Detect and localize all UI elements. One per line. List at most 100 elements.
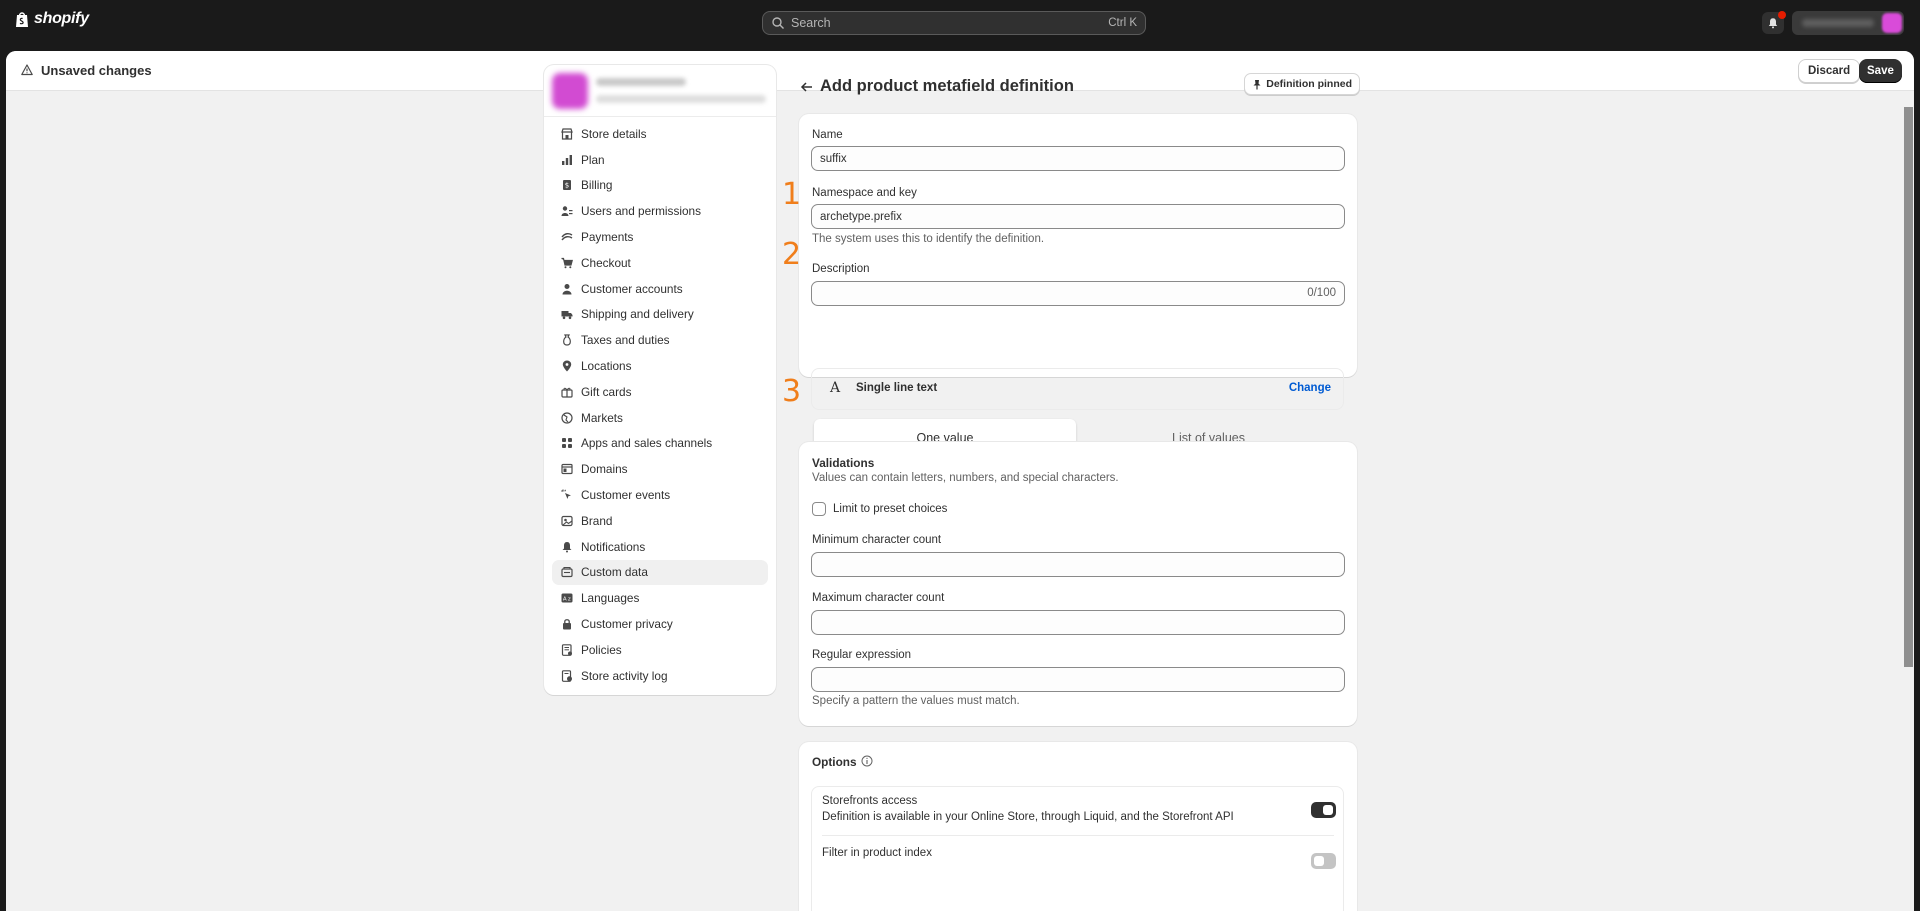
name-field[interactable]: suffix [811, 146, 1345, 171]
apps-icon [562, 438, 572, 449]
sidebar-item-users-and-permissions[interactable]: Users and permissions [552, 198, 768, 224]
notification-dot [1778, 11, 1786, 19]
settings-nav: Store details Plan $ Billing Users and permi… [552, 121, 768, 689]
sidebar-item-label: Taxes and duties [581, 333, 670, 348]
validations-card: Validations Values can contain letters, … [799, 442, 1357, 726]
svg-text:A: A [563, 597, 567, 603]
scrollbar-thumb[interactable] [1904, 107, 1913, 667]
sidebar-item-label: Custom data [581, 565, 648, 580]
sidebar-item-checkout[interactable]: Checkout [552, 250, 768, 276]
storefronts-access-toggle[interactable] [1311, 802, 1336, 818]
shopify-logo[interactable]: shopify [14, 10, 89, 28]
sidebar-item-customer-events[interactable]: Customer events [552, 482, 768, 508]
regex-field[interactable] [811, 667, 1345, 692]
plan-icon [562, 154, 572, 165]
notifications-button[interactable] [1762, 11, 1786, 34]
sidebar-item-store-details[interactable]: Store details [552, 121, 768, 147]
sidebar-item-store-activity-log[interactable]: Store activity log [552, 663, 768, 689]
sidebar-item-label: Billing [581, 178, 613, 193]
pin-icon [1253, 79, 1261, 89]
sidebar-item-label: Store activity log [581, 668, 668, 683]
person-icon [562, 283, 572, 295]
change-type-link[interactable]: Change [1289, 382, 1331, 394]
sidebar-item-label: Languages [581, 591, 640, 606]
namespace-label: Namespace and key [812, 187, 917, 199]
sidebar-item-apps-and-sales-channels[interactable]: Apps and sales channels [552, 431, 768, 457]
namespace-help: The system uses this to identify the def… [812, 233, 1045, 245]
policies-icon [561, 644, 572, 656]
annotation-3: 3 [782, 374, 802, 409]
sidebar-item-label: Shipping and delivery [581, 307, 694, 322]
cart-icon [561, 257, 573, 269]
filter-index-toggle[interactable] [1311, 853, 1336, 869]
sidebar-item-plan[interactable]: Plan [552, 147, 768, 173]
store-name-blurred [1802, 19, 1874, 27]
sidebar-item-domains[interactable]: Domains [552, 456, 768, 482]
sidebar-item-billing[interactable]: $ Billing [552, 173, 768, 199]
truck-icon [561, 311, 573, 320]
brand-name: shopify [34, 10, 89, 27]
sidebar-item-brand[interactable]: Brand [552, 508, 768, 534]
shopify-bag-icon [16, 12, 28, 27]
sidebar-item-label: Plan [581, 152, 605, 167]
tax-icon [563, 334, 571, 346]
sidebar-item-taxes-and-duties[interactable]: Taxes and duties [552, 327, 768, 353]
options-title: Options [812, 755, 857, 769]
activity-icon [561, 669, 572, 682]
sidebar-item-label: Customer accounts [581, 281, 683, 296]
storefronts-access-title: Storefronts access [822, 795, 918, 807]
sidebar-item-locations[interactable]: Locations [552, 353, 768, 379]
sidebar-item-label: Notifications [581, 539, 646, 554]
storefronts-access-desc: Definition is available in your Online S… [822, 811, 1234, 823]
regex-help: Specify a pattern the values must match. [812, 695, 1020, 707]
store-icon [561, 128, 573, 140]
definition-card: Name suffix Namespace and key archetype.… [799, 114, 1357, 460]
min-count-field[interactable] [811, 552, 1345, 577]
sidebar-item-languages[interactable]: Az Languages [552, 585, 768, 611]
description-field[interactable]: 0/100 [811, 281, 1345, 306]
page-title: Add product metafield definition [820, 77, 1074, 95]
namespace-key-field[interactable]: archetype.prefix [811, 204, 1345, 229]
store-header[interactable] [544, 65, 776, 117]
page-scrollbar[interactable] [1902, 91, 1914, 911]
options-card: Options Storefronts access Definition is… [799, 742, 1357, 911]
sidebar-item-label: Users and permissions [581, 204, 701, 219]
preset-choices-checkbox[interactable] [812, 502, 826, 516]
payments-icon [561, 233, 573, 241]
save-button[interactable]: Save [1859, 59, 1902, 83]
store-name-blurred [596, 78, 686, 86]
alert-triangle-icon [21, 64, 33, 76]
sidebar-item-label: Store details [581, 126, 647, 141]
avatar [1882, 13, 1902, 33]
sidebar-item-markets[interactable]: Markets [552, 405, 768, 431]
options-list: Storefronts access Definition is availab… [811, 786, 1344, 911]
sidebar-item-policies[interactable]: Policies [552, 637, 768, 663]
bell-icon [1768, 18, 1778, 29]
search-input[interactable]: Search Ctrl K [762, 11, 1146, 35]
description-counter: 0/100 [1307, 287, 1336, 299]
min-count-label: Minimum character count [812, 534, 942, 546]
sidebar-item-label: Locations [581, 359, 632, 374]
custom-data-icon [561, 567, 573, 578]
sidebar-item-label: Checkout [581, 255, 631, 270]
definition-pinned-button[interactable]: Definition pinned [1244, 73, 1360, 95]
sidebar-item-customer-privacy[interactable]: Customer privacy [552, 611, 768, 637]
type-label: Single line text [856, 382, 938, 394]
sidebar-item-notifications[interactable]: Notifications [552, 534, 768, 560]
info-icon[interactable] [861, 755, 873, 767]
regex-label: Regular expression [812, 649, 912, 661]
sidebar-item-label: Gift cards [581, 384, 632, 399]
svg-text:$: $ [565, 182, 569, 190]
sidebar-item-customer-accounts[interactable]: Customer accounts [552, 276, 768, 302]
sidebar-item-custom-data[interactable]: Custom data [552, 559, 768, 586]
store-menu-button[interactable] [1792, 11, 1904, 35]
sidebar-item-label: Customer privacy [581, 617, 673, 632]
sidebar-item-gift-cards[interactable]: Gift cards [552, 379, 768, 405]
sidebar-item-shipping-and-delivery[interactable]: Shipping and delivery [552, 302, 768, 328]
back-arrow-icon[interactable] [800, 80, 814, 94]
sidebar-item-payments[interactable]: Payments [552, 224, 768, 250]
sidebar-item-label: Markets [581, 410, 623, 425]
max-count-field[interactable] [811, 610, 1345, 635]
divider [822, 835, 1334, 836]
discard-button[interactable]: Discard [1798, 59, 1861, 83]
